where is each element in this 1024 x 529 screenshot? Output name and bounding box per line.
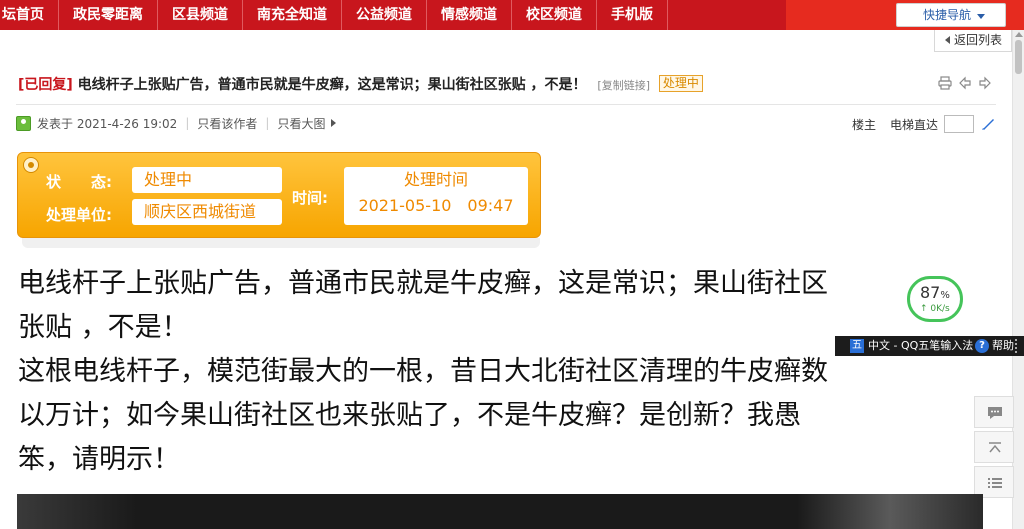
unit-label: 处理单位: bbox=[46, 206, 112, 224]
status-badge: 处理中 bbox=[658, 75, 703, 92]
meta-divider: | bbox=[185, 116, 190, 130]
content-line: 电线杆子上张贴广告，普通市民就是牛皮癣，这是常识；果山街社区 bbox=[18, 268, 828, 299]
post-time: 发表于 2021-4-26 19:02 bbox=[37, 116, 178, 131]
content-line: 以万计；如今果山街社区也来张贴了，不是牛皮癣？是创新？我愚 bbox=[18, 400, 801, 431]
post-title-line: [已回复] 电线杆子上张贴广告，普通市民就是牛皮癣，这是常识；果山街社区张贴 ，… bbox=[18, 74, 703, 96]
status-panel: 状 态: 处理中 处理单位: 顺庆区西城街道 时间: 处理时间 2021-05-… bbox=[17, 152, 541, 238]
post-image[interactable] bbox=[17, 494, 983, 529]
ime-name[interactable]: 中文 - QQ五笔输入法 bbox=[868, 336, 973, 356]
scroll-up-icon[interactable] bbox=[1015, 32, 1023, 37]
back-to-list-button[interactable]: 返回列表 bbox=[934, 30, 1012, 52]
quick-nav-label: 快捷导航 bbox=[923, 8, 972, 22]
nav-item-emotion[interactable]: 情感频道 bbox=[427, 0, 512, 30]
back-arrow-icon bbox=[945, 36, 950, 44]
top-nav-bar: 坛首页 政民零距离 区县频道 南充全知道 公益频道 情感频道 校区频道 手机版 bbox=[0, 0, 1024, 30]
title-divider bbox=[16, 104, 996, 105]
floor-label: 楼主 bbox=[852, 117, 877, 132]
nav-items: 坛首页 政民零距离 区县频道 南充全知道 公益频道 情感频道 校区频道 手机版 bbox=[0, 0, 668, 30]
back-to-top-button[interactable] bbox=[974, 431, 1014, 463]
copy-link[interactable]: [复制链接] bbox=[597, 79, 650, 92]
post-image-region bbox=[17, 494, 137, 529]
nav-item-nanchong[interactable]: 南充全知道 bbox=[243, 0, 342, 30]
meta-divider: | bbox=[265, 116, 270, 130]
only-author-link[interactable]: 只看该作者 bbox=[197, 115, 257, 132]
speed-rate: ↑ 0K/s bbox=[920, 304, 950, 314]
next-icon[interactable] bbox=[978, 75, 992, 90]
time-value: 2021-05-10 09:47 bbox=[358, 196, 514, 215]
post-image-region bbox=[797, 494, 983, 529]
status-value: 处理中 bbox=[132, 167, 282, 193]
speed-percent: 87% bbox=[920, 283, 950, 302]
comment-button[interactable] bbox=[974, 396, 1014, 428]
nav-item-mobile[interactable]: 手机版 bbox=[597, 0, 668, 30]
list-icon bbox=[988, 478, 1002, 488]
top-icon bbox=[989, 442, 1001, 453]
title-tools bbox=[938, 75, 992, 90]
nav-item-charity[interactable]: 公益频道 bbox=[342, 0, 427, 30]
only-images-link[interactable]: 只看大图 bbox=[277, 115, 325, 132]
content-line: 笨，请明示！ bbox=[18, 444, 180, 475]
caret-right-icon bbox=[331, 119, 337, 127]
replied-tag: [已回复] bbox=[18, 77, 73, 93]
elevator-label: 电梯直达 bbox=[890, 117, 939, 132]
print-icon[interactable] bbox=[938, 75, 952, 90]
nav-item-district[interactable]: 区县频道 bbox=[158, 0, 243, 30]
nav-item-home[interactable]: 坛首页 bbox=[0, 0, 59, 30]
status-label: 状 态: bbox=[46, 173, 112, 191]
content-line: 这根电线杆子，模范街最大的一根，昔日大北街社区清理的牛皮癣数 bbox=[18, 356, 828, 387]
floating-tools bbox=[974, 396, 1014, 501]
speed-percent-value: 87 bbox=[920, 283, 941, 302]
help-icon[interactable]: ? bbox=[975, 339, 989, 353]
ime-help[interactable]: 帮助 bbox=[992, 336, 1014, 356]
scrollbar-thumb[interactable] bbox=[1015, 40, 1022, 74]
comment-icon bbox=[988, 407, 1002, 419]
post-title: 电线杆子上张贴广告，普通市民就是牛皮癣，这是常识；果山街社区张贴 ，不是！ bbox=[77, 77, 587, 93]
post-meta: 发表于 2021-4-26 19:02 | 只看该作者 | 只看大图 bbox=[16, 114, 337, 132]
nav-item-government[interactable]: 政民零距离 bbox=[59, 0, 158, 30]
floor-jump-input[interactable] bbox=[944, 115, 975, 133]
post-meta-right: 楼主 电梯直达 bbox=[852, 114, 996, 134]
nav-item-campus[interactable]: 校区频道 bbox=[512, 0, 597, 30]
ime-logo-icon: 五 bbox=[850, 339, 864, 353]
user-icon bbox=[16, 115, 31, 131]
prev-icon[interactable] bbox=[958, 75, 972, 90]
chevron-down-icon bbox=[977, 14, 985, 19]
quick-nav-dropdown[interactable]: 快捷导航 bbox=[896, 3, 1006, 27]
gear-icon bbox=[23, 157, 39, 173]
time-label: 时间: bbox=[292, 189, 328, 207]
time-title: 处理时间 bbox=[403, 170, 468, 189]
pen-icon[interactable] bbox=[980, 116, 996, 132]
time-field: 处理时间 2021-05-10 09:47 bbox=[344, 167, 528, 225]
ime-grip-icon[interactable] bbox=[1015, 339, 1019, 353]
unit-value: 顺庆区西城街道 bbox=[132, 199, 282, 225]
speed-percent-unit: % bbox=[940, 290, 950, 301]
ime-toolbar[interactable]: 五 中文 - QQ五笔输入法 ? 帮助 bbox=[835, 336, 1024, 356]
back-to-list-label: 返回列表 bbox=[954, 33, 1003, 47]
post-content: 电线杆子上张贴广告，普通市民就是牛皮癣，这是常识；果山街社区 张贴 ，不是！ 这… bbox=[18, 262, 1008, 482]
network-speed-widget[interactable]: 87% ↑ 0K/s bbox=[907, 276, 963, 322]
status-panel-shadow bbox=[22, 238, 540, 248]
